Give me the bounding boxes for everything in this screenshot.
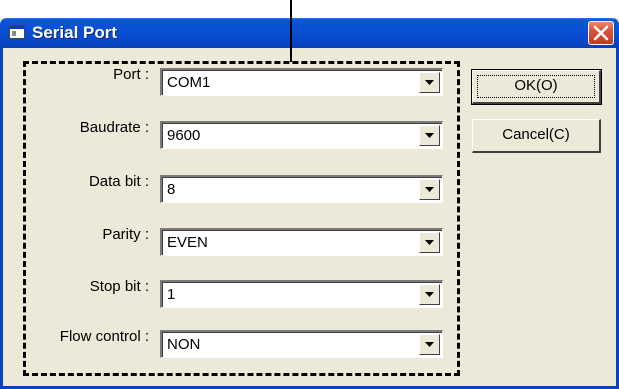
cancel-button-label: Cancel(C) <box>502 126 570 143</box>
close-icon <box>593 25 609 41</box>
app-window-icon <box>9 25 25 39</box>
flow-control-dropdown-button[interactable] <box>419 334 440 355</box>
callout-pointer-line <box>290 0 292 62</box>
serial-port-dialog: Serial Port Port : COM1 Baudrate : 9600 … <box>0 18 619 389</box>
baudrate-label: Baudrate : <box>79 119 149 136</box>
parity-select[interactable]: EVEN <box>160 228 443 256</box>
baudrate-value: 9600 <box>167 127 201 144</box>
port-value: COM1 <box>167 74 211 91</box>
flow-control-label: Flow control : <box>59 328 149 345</box>
chevron-down-icon <box>425 80 434 85</box>
title-bar[interactable]: Serial Port <box>0 18 619 48</box>
data-bit-select[interactable]: 8 <box>160 175 443 203</box>
data-bit-value: 8 <box>167 181 176 198</box>
port-label: Port : <box>113 66 149 83</box>
chevron-down-icon <box>425 133 434 138</box>
parity-label: Parity : <box>102 226 149 243</box>
chevron-down-icon <box>425 187 434 192</box>
baudrate-dropdown-button[interactable] <box>419 125 440 146</box>
close-button[interactable] <box>588 21 614 45</box>
chevron-down-icon <box>425 342 434 347</box>
data-bit-dropdown-button[interactable] <box>419 179 440 200</box>
baudrate-select[interactable]: 9600 <box>160 121 443 149</box>
flow-control-value: NON <box>167 336 201 353</box>
stop-bit-select[interactable]: 1 <box>160 280 443 308</box>
window-title: Serial Port <box>32 23 118 42</box>
data-bit-label: Data bit : <box>88 173 149 190</box>
stop-bit-value: 1 <box>167 286 176 303</box>
chevron-down-icon <box>425 292 434 297</box>
flow-control-select[interactable]: NON <box>160 330 443 358</box>
stop-bit-label: Stop bit : <box>89 278 149 295</box>
parity-dropdown-button[interactable] <box>419 232 440 253</box>
ok-button[interactable]: OK(O) <box>471 69 602 105</box>
port-select[interactable]: COM1 <box>160 68 443 96</box>
cancel-button[interactable]: Cancel(C) <box>472 119 601 153</box>
stop-bit-dropdown-button[interactable] <box>419 284 440 305</box>
focus-rectangle <box>477 75 595 98</box>
chevron-down-icon <box>425 240 434 245</box>
window-frame-left <box>0 48 3 389</box>
port-dropdown-button[interactable] <box>419 72 440 93</box>
parity-value: EVEN <box>167 234 208 251</box>
